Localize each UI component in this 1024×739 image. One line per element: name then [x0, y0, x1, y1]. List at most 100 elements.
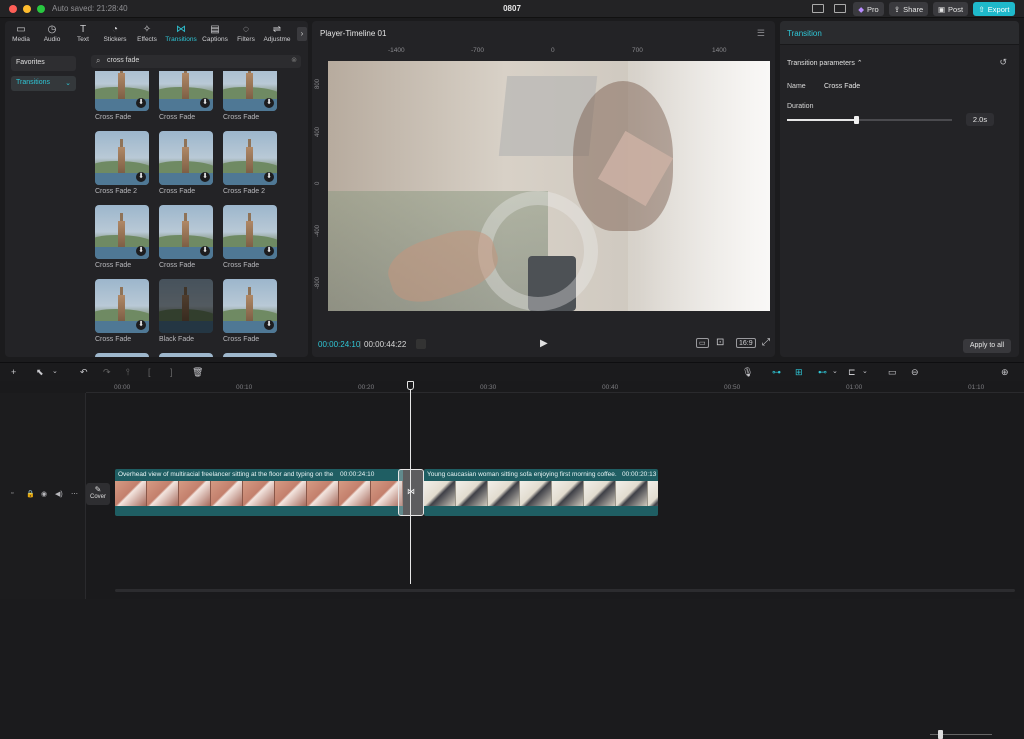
post-button[interactable]: ▣ Post	[933, 2, 968, 16]
zoom-in-icon[interactable]: ⊕	[1001, 367, 1009, 378]
video-preview[interactable]	[328, 61, 770, 311]
sidebar-item-transitions[interactable]: Transitions ⌄	[11, 76, 76, 91]
audio-icon[interactable]: ◀)	[55, 490, 63, 498]
reset-icon[interactable]: ↺	[999, 57, 1007, 68]
video-clip[interactable]: Young caucasian woman sitting sofa enjoy…	[424, 469, 658, 516]
sidebar-item-favorites[interactable]: Favorites	[11, 56, 76, 71]
share-button[interactable]: ⇪ Share	[889, 2, 928, 16]
download-icon[interactable]: ⬇	[264, 172, 274, 182]
trim-right-icon[interactable]: ]	[170, 367, 173, 377]
audio-icon: ◷	[47, 24, 57, 35]
transition-card[interactable]	[159, 353, 215, 357]
transition-card[interactable]: ⬇ Cross Fade	[95, 71, 151, 121]
playhead-handle[interactable]	[407, 381, 414, 390]
layout-icon[interactable]	[812, 4, 824, 13]
transition-card[interactable]: ⬇ Cross Fade	[95, 205, 151, 269]
name-label: Name	[787, 83, 806, 90]
transition-card[interactable]: ⬇ Cross Fade	[223, 205, 279, 269]
download-icon[interactable]: ⬇	[136, 246, 146, 256]
chevron-down-icon[interactable]: ⌄	[832, 367, 838, 375]
screen-icon[interactable]: ▭	[888, 367, 897, 378]
download-icon[interactable]: ⬇	[136, 98, 146, 108]
download-icon[interactable]: ⬇	[264, 320, 274, 330]
duration-slider-handle[interactable]	[854, 116, 860, 124]
add-icon[interactable]: +	[11, 367, 16, 377]
download-icon[interactable]: ⬇	[200, 246, 210, 256]
transition-card[interactable]: ⬇ Cross Fade 2	[95, 131, 151, 195]
fullscreen-preview-icon[interactable]: ▭	[696, 338, 709, 348]
chevron-down-icon[interactable]: ⌄	[52, 367, 58, 375]
delete-icon[interactable]: 🗑	[192, 367, 203, 378]
expand-icon[interactable]: ⤢	[762, 337, 770, 348]
select-tool-icon[interactable]: ⬉	[36, 367, 44, 378]
video-clip[interactable]: Overhead view of multiracial freelancer …	[115, 469, 403, 516]
tab-adjustment[interactable]: ⇌ Adjustme	[261, 23, 293, 47]
duration-input[interactable]: 2.0s	[966, 113, 994, 126]
tab-filters[interactable]: ◌ Filters	[230, 23, 262, 47]
timeline-scrollbar[interactable]	[115, 589, 1015, 592]
list-icon[interactable]	[834, 4, 846, 13]
download-icon[interactable]: ⬇	[264, 98, 274, 108]
eye-icon[interactable]: ◉	[41, 490, 47, 498]
zoom-fit-icon[interactable]: ⊡	[716, 337, 724, 348]
tab-stickers[interactable]: ◔ Stickers	[99, 23, 131, 47]
tab-captions[interactable]: ▤ Captions	[199, 23, 231, 47]
transition-card[interactable]: Black Fade	[159, 279, 215, 343]
clear-icon[interactable]: ⊗	[291, 56, 297, 64]
export-button[interactable]: ⇧ Export	[973, 2, 1015, 16]
track-visibility-icon[interactable]: ▫	[11, 490, 13, 497]
transition-card[interactable]: ⬇ Cross Fade	[159, 131, 215, 195]
transition-card[interactable]	[223, 353, 279, 357]
more-icon[interactable]: ⋯	[71, 490, 78, 498]
tab-media[interactable]: ▭ Media	[5, 23, 37, 47]
redo-icon[interactable]: ↷	[103, 367, 111, 378]
tab-transitions[interactable]: ⋈ Transitions	[162, 23, 200, 47]
tabs-next-button[interactable]: ›	[297, 27, 307, 41]
preview-axis-icon[interactable]: ⊏	[848, 367, 856, 378]
pro-button[interactable]: ◆ Pro	[853, 2, 884, 16]
timeline-ruler[interactable]: 00:00 00:10 00:20 00:30 00:40 00:50 01:0…	[86, 381, 1024, 393]
transition-card[interactable]	[95, 353, 151, 357]
apply-to-all-button[interactable]: Apply to all	[963, 339, 1011, 353]
snap-icon[interactable]: ⊞	[795, 367, 803, 378]
playhead[interactable]	[410, 384, 411, 584]
download-icon[interactable]: ⬇	[136, 172, 146, 182]
trim-left-icon[interactable]: [	[148, 367, 151, 377]
lock-icon[interactable]: 🔒	[26, 490, 35, 498]
zoom-out-icon[interactable]: ⊖	[911, 367, 919, 378]
transition-card[interactable]: ⬇ Cross Fade	[159, 205, 215, 269]
undo-icon[interactable]: ↶	[80, 367, 88, 378]
link-main-track-icon[interactable]: ⊶	[772, 367, 781, 378]
microphone-icon[interactable]: 🎙	[742, 367, 753, 378]
aspect-ratio-button[interactable]: 16:9	[736, 338, 756, 348]
linkage-icon[interactable]: ⊷	[818, 367, 827, 378]
frame-icon[interactable]	[416, 339, 426, 349]
transition-card[interactable]: ⬇ Cross Fade	[95, 279, 151, 343]
duration-slider[interactable]	[787, 116, 952, 124]
transition-card[interactable]: ⬇ Cross Fade 2	[223, 131, 279, 195]
menu-icon[interactable]: ☰	[757, 28, 765, 39]
transitions-icon: ⋈	[176, 24, 186, 35]
clip-thumbnails	[115, 481, 403, 506]
download-icon[interactable]: ⬇	[136, 320, 146, 330]
zoom-slider-handle[interactable]	[938, 730, 943, 739]
transition-name: Cross Fade	[223, 262, 260, 269]
transition-marker[interactable]: ⋈	[398, 469, 424, 516]
transition-card[interactable]: ⬇ Cross Fade	[159, 71, 215, 121]
cover-button[interactable]: ✎ Cover	[86, 483, 110, 505]
play-button[interactable]: ▶	[540, 338, 548, 349]
transition-card[interactable]: ⬇ Cross Fade	[223, 71, 279, 121]
download-icon[interactable]: ⬇	[200, 98, 210, 108]
tab-effects[interactable]: ✧ Effects	[131, 23, 163, 47]
transition-parameters-toggle[interactable]: Transition parameters ⌃	[787, 59, 863, 67]
transition-card[interactable]: ⬇ Cross Fade	[223, 279, 279, 343]
download-icon[interactable]: ⬇	[264, 246, 274, 256]
tab-audio[interactable]: ◷ Audio	[36, 23, 68, 47]
download-icon[interactable]: ⬇	[200, 172, 210, 182]
search-input[interactable]: ⌕ cross fade ⊗	[91, 55, 301, 68]
chevron-down-icon[interactable]: ⌄	[862, 367, 868, 375]
tab-text[interactable]: T Text	[67, 23, 99, 47]
transition-name: Black Fade	[159, 336, 195, 343]
split-icon[interactable]: ⫯	[126, 367, 130, 378]
edit-icon: ✎	[94, 485, 102, 494]
